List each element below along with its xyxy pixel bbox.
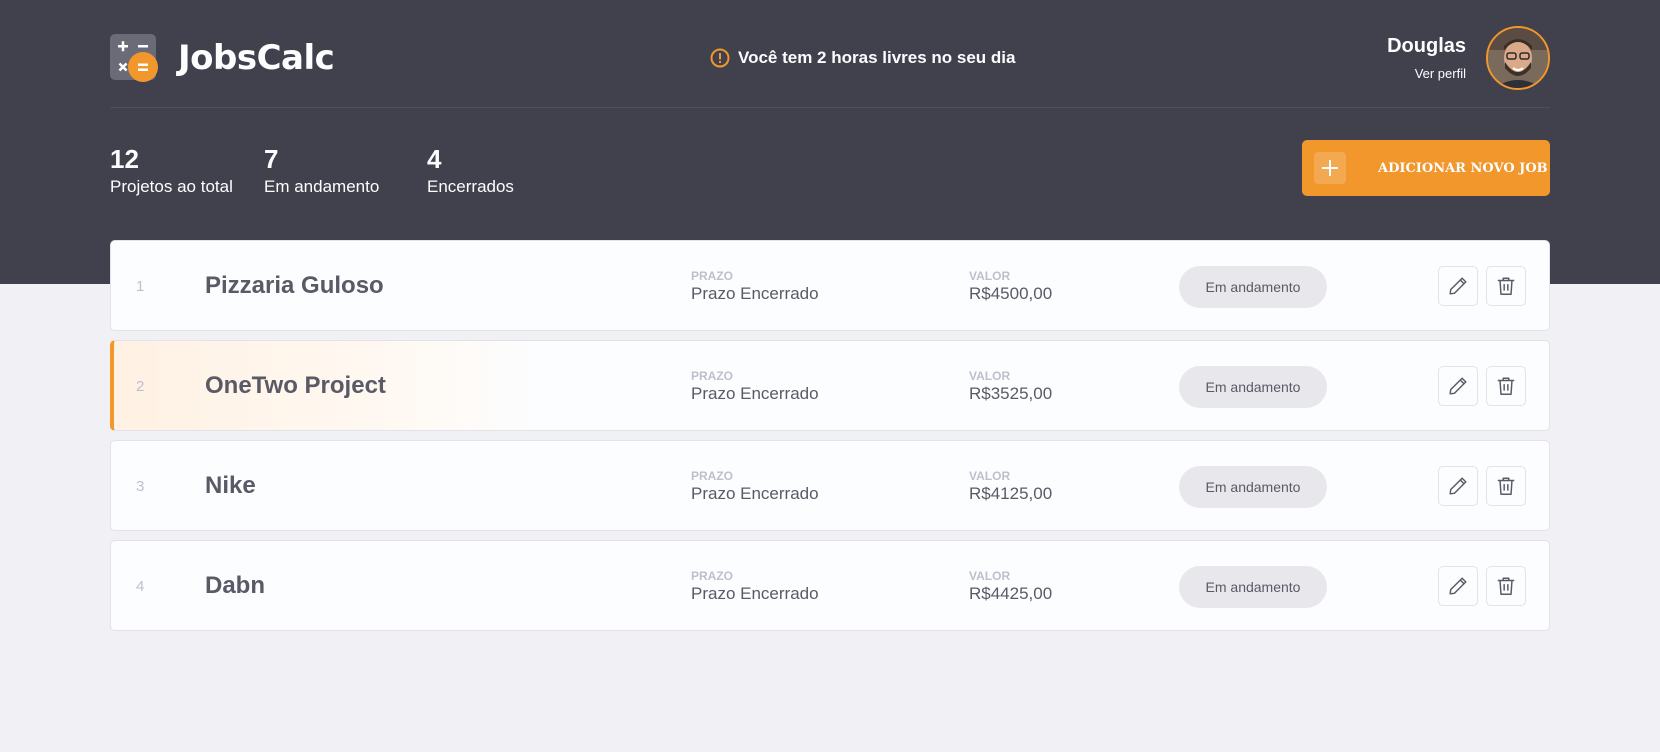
profile-name: Douglas — [1387, 35, 1466, 57]
status-badge: Em andamento — [1179, 466, 1327, 508]
deadline-label: PRAZO — [691, 369, 733, 383]
plus-icon — [1314, 152, 1346, 184]
view-profile-link[interactable]: Ver perfil — [1387, 66, 1466, 81]
job-deadline: PRAZO Prazo Encerrado — [691, 269, 819, 304]
summary-bar: 12 Projetos ao total 7 Em andamento 4 En… — [110, 140, 1550, 200]
trash-icon — [1497, 277, 1515, 295]
value-amount: R$4500,00 — [969, 284, 1053, 303]
delete-button[interactable] — [1486, 566, 1526, 606]
free-hours-notice: Você tem 2 horas livres no seu dia — [710, 48, 1015, 68]
stat-in-progress-label: Em andamento — [264, 177, 380, 196]
edit-button[interactable] — [1438, 366, 1478, 406]
stat-total-label: Projetos ao total — [110, 177, 233, 196]
edit-button[interactable] — [1438, 566, 1478, 606]
stat-closed-label: Encerrados — [427, 177, 514, 196]
job-deadline: PRAZO Prazo Encerrado — [691, 369, 819, 404]
job-id: 4 — [136, 578, 145, 595]
value-amount: R$4125,00 — [969, 484, 1053, 503]
status-badge: Em andamento — [1179, 266, 1327, 308]
avatar[interactable] — [1486, 26, 1550, 90]
profile[interactable]: Douglas Ver perfil — [1387, 26, 1550, 90]
stat-in-progress: 7 Em andamento — [264, 144, 379, 197]
logo[interactable]: JobsCalc — [110, 34, 335, 82]
value-amount: R$3525,00 — [969, 384, 1053, 403]
stat-total-value: 12 — [110, 144, 139, 174]
job-id: 1 — [136, 278, 145, 295]
value-label: VALOR — [969, 569, 1011, 583]
stat-total: 12 Projetos ao total — [110, 144, 233, 197]
job-value: VALOR R$3525,00 — [969, 369, 1052, 404]
job-id: 3 — [136, 478, 145, 495]
alert-circle-icon — [710, 48, 730, 68]
deadline-label: PRAZO — [691, 569, 733, 583]
trash-icon — [1497, 477, 1515, 495]
deadline-label: PRAZO — [691, 469, 733, 483]
deadline-value: Prazo Encerrado — [691, 384, 819, 403]
job-value: VALOR R$4500,00 — [969, 269, 1052, 304]
edit-button[interactable] — [1438, 266, 1478, 306]
job-value: VALOR R$4425,00 — [969, 569, 1052, 604]
job-deadline: PRAZO Prazo Encerrado — [691, 469, 819, 504]
job-name: Dabn — [205, 572, 265, 599]
value-amount: R$4425,00 — [969, 584, 1053, 603]
pencil-icon — [1449, 377, 1467, 395]
edit-button[interactable] — [1438, 466, 1478, 506]
job-card: 3 Nike PRAZO Prazo Encerrado VALOR R$412… — [110, 440, 1550, 531]
calculator-logo-icon — [110, 34, 158, 82]
notice-text: Você tem 2 horas livres no seu dia — [738, 48, 1016, 67]
pencil-icon — [1449, 277, 1467, 295]
app-name: JobsCalc — [178, 38, 335, 78]
job-value: VALOR R$4125,00 — [969, 469, 1052, 504]
deadline-label: PRAZO — [691, 269, 733, 283]
job-name: OneTwo Project — [205, 372, 386, 399]
stat-closed: 4 Encerrados — [427, 144, 514, 197]
add-new-job-button[interactable]: ADICIONAR NOVO JOB — [1302, 140, 1550, 196]
job-id: 2 — [136, 378, 145, 395]
stat-closed-value: 4 — [427, 144, 442, 174]
job-deadline: PRAZO Prazo Encerrado — [691, 569, 819, 604]
job-card: 1 Pizzaria Guloso PRAZO Prazo Encerrado … — [110, 240, 1550, 331]
stat-in-progress-value: 7 — [264, 144, 279, 174]
status-badge: Em andamento — [1179, 366, 1327, 408]
add-new-job-label: ADICIONAR NOVO JOB — [1378, 160, 1548, 176]
delete-button[interactable] — [1486, 466, 1526, 506]
job-name: Pizzaria Guloso — [205, 272, 384, 299]
value-label: VALOR — [969, 469, 1011, 483]
delete-button[interactable] — [1486, 266, 1526, 306]
value-label: VALOR — [969, 369, 1011, 383]
job-card: 2 OneTwo Project PRAZO Prazo Encerrado V… — [110, 340, 1550, 431]
trash-icon — [1497, 377, 1515, 395]
top-bar: JobsCalc Você tem 2 horas livres no seu … — [110, 0, 1550, 108]
pencil-icon — [1449, 477, 1467, 495]
status-badge: Em andamento — [1179, 566, 1327, 608]
pencil-icon — [1449, 577, 1467, 595]
job-name: Nike — [205, 472, 256, 499]
deadline-value: Prazo Encerrado — [691, 484, 819, 503]
deadline-value: Prazo Encerrado — [691, 584, 819, 603]
value-label: VALOR — [969, 269, 1011, 283]
trash-icon — [1497, 577, 1515, 595]
job-card: 4 Dabn PRAZO Prazo Encerrado VALOR R$442… — [110, 540, 1550, 631]
deadline-value: Prazo Encerrado — [691, 284, 819, 303]
delete-button[interactable] — [1486, 366, 1526, 406]
